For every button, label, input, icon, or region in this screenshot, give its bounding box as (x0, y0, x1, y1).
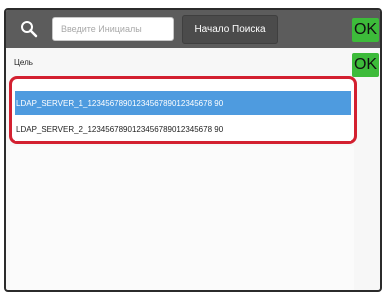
ok-button-secondary[interactable]: OK (352, 53, 379, 77)
list-item-label: LDAP_SERVER_2_12345678901234567890123456… (16, 124, 224, 134)
results-highlight-frame: LDAP_SERVER_1_12345678901234567890123456… (9, 76, 357, 144)
start-search-button[interactable]: Начало Поиска (182, 15, 278, 44)
results-list-area (10, 146, 354, 290)
list-item[interactable]: LDAP_SERVER_2_12345678901234567890123456… (15, 117, 351, 141)
initials-input[interactable] (52, 17, 174, 41)
search-button[interactable] (16, 16, 42, 42)
search-toolbar: Начало Поиска OK (6, 10, 380, 48)
list-item[interactable]: LDAP_SERVER_1_12345678901234567890123456… (15, 91, 351, 115)
list-item-label: LDAP_SERVER_1_12345678901234567890123456… (16, 98, 224, 108)
search-icon (21, 21, 38, 38)
target-label: Цель (14, 58, 33, 67)
address-search-screen: Начало Поиска OK OK Цель LDAP_SERVER_1_1… (4, 8, 382, 292)
ok-button[interactable]: OK (352, 18, 379, 42)
